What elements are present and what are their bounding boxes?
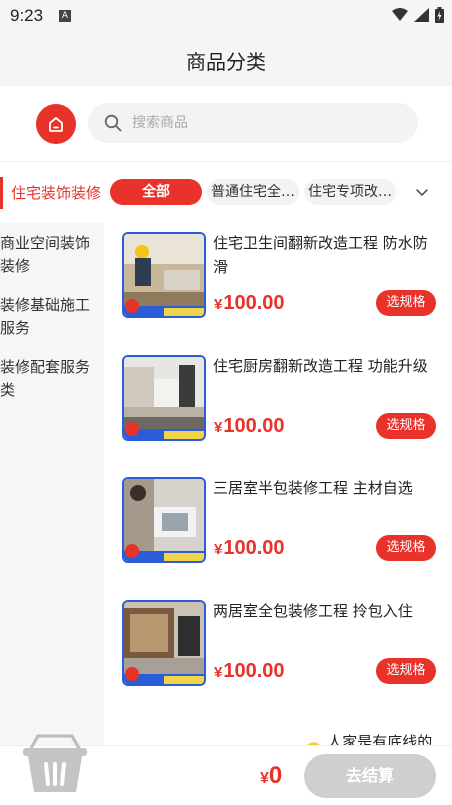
product-name: 三居室半包装修工程 主材自选	[213, 479, 413, 497]
product-name: 住宅卫生间翻新改造工程 防水防滑	[213, 234, 428, 276]
price-value: 100.00	[223, 660, 285, 682]
price-value: 100.00	[223, 537, 285, 559]
product-name: 两居室全包装修工程 拎包入住	[213, 602, 413, 620]
search-input[interactable]	[132, 103, 392, 143]
product-list: 住宅卫生间翻新改造工程 防水防滑 ¥100.00 选规格 住宅厨房翻新改造工程 …	[104, 223, 452, 745]
checkout-button[interactable]: 去结算	[304, 754, 436, 798]
product-price: ¥100.00	[214, 537, 285, 560]
select-spec-button[interactable]: 选规格	[376, 290, 436, 316]
category-row: 住宅装饰装修 全部 普通住宅全… 住宅专项改…	[0, 163, 452, 223]
select-spec-button[interactable]: 选规格	[376, 413, 436, 439]
chip-residential-special[interactable]: 住宅专项改…	[304, 179, 396, 205]
search-bar[interactable]	[88, 103, 418, 143]
category-sidebar: 商业空间装饰装修 装修基础施工服务 装修配套服务类	[0, 223, 104, 745]
cart-total: ¥0	[260, 762, 282, 790]
currency-symbol: ¥	[214, 419, 223, 436]
product-image	[122, 600, 206, 686]
price-value: 100.00	[223, 292, 285, 314]
checkout-bar: ¥0 去结算	[0, 734, 452, 805]
page-title: 商品分类	[186, 50, 266, 74]
wifi-icon	[392, 8, 408, 21]
total-amount: 0	[268, 762, 283, 789]
currency-symbol: ¥	[214, 296, 223, 313]
select-spec-button[interactable]: 选规格	[376, 658, 436, 684]
select-spec-button[interactable]: 选规格	[376, 535, 436, 561]
product-image	[122, 232, 206, 318]
product-image	[122, 477, 206, 563]
currency-symbol: ¥	[214, 664, 223, 681]
chevron-down-icon[interactable]	[414, 185, 430, 201]
status-bar: 9:23 A	[0, 0, 452, 32]
status-time: 9:23	[10, 6, 44, 25]
currency-symbol: ¥	[214, 541, 223, 558]
top-bar: 商品分类	[0, 32, 452, 86]
product-item[interactable]: 三居室半包装修工程 主材自选 ¥100.00 选规格	[104, 471, 452, 571]
product-item[interactable]: 两居室全包装修工程 拎包入住 ¥100.00 选规格	[104, 594, 452, 694]
cart-basket-icon[interactable]	[20, 732, 90, 796]
product-price: ¥100.00	[214, 660, 285, 683]
main-category-selected[interactable]: 住宅装饰装修	[0, 177, 101, 209]
product-item[interactable]: 住宅厨房翻新改造工程 功能升级 ¥100.00 选规格	[104, 349, 452, 449]
product-item[interactable]: 住宅卫生间翻新改造工程 防水防滑 ¥100.00 选规格	[104, 226, 452, 326]
signal-icon	[414, 8, 429, 22]
chip-ordinary-residential[interactable]: 普通住宅全…	[207, 179, 299, 205]
product-image	[122, 355, 206, 441]
home-icon	[49, 117, 63, 132]
status-icons	[392, 7, 444, 23]
search-icon	[104, 114, 122, 132]
product-name: 住宅厨房翻新改造工程 功能升级	[213, 357, 428, 375]
currency-symbol: ¥	[260, 770, 269, 787]
home-button[interactable]	[36, 104, 76, 144]
list-end-indicator: 人家是有底线的~~	[304, 731, 452, 745]
price-value: 100.00	[223, 415, 285, 437]
sidebar-item-commercial[interactable]: 商业空间装饰装修	[0, 223, 104, 286]
battery-icon	[435, 7, 444, 23]
product-price: ¥100.00	[214, 415, 285, 438]
list-end-text: 人家是有底线的~~	[327, 733, 433, 745]
chip-all[interactable]: 全部	[110, 179, 202, 205]
sidebar-item-basic-construction[interactable]: 装修基础施工服务	[0, 286, 104, 348]
sidebar-item-supporting-services[interactable]: 装修配套服务类	[0, 348, 104, 410]
search-row	[0, 86, 452, 162]
product-price: ¥100.00	[214, 292, 285, 315]
notification-badge: A	[59, 10, 71, 22]
